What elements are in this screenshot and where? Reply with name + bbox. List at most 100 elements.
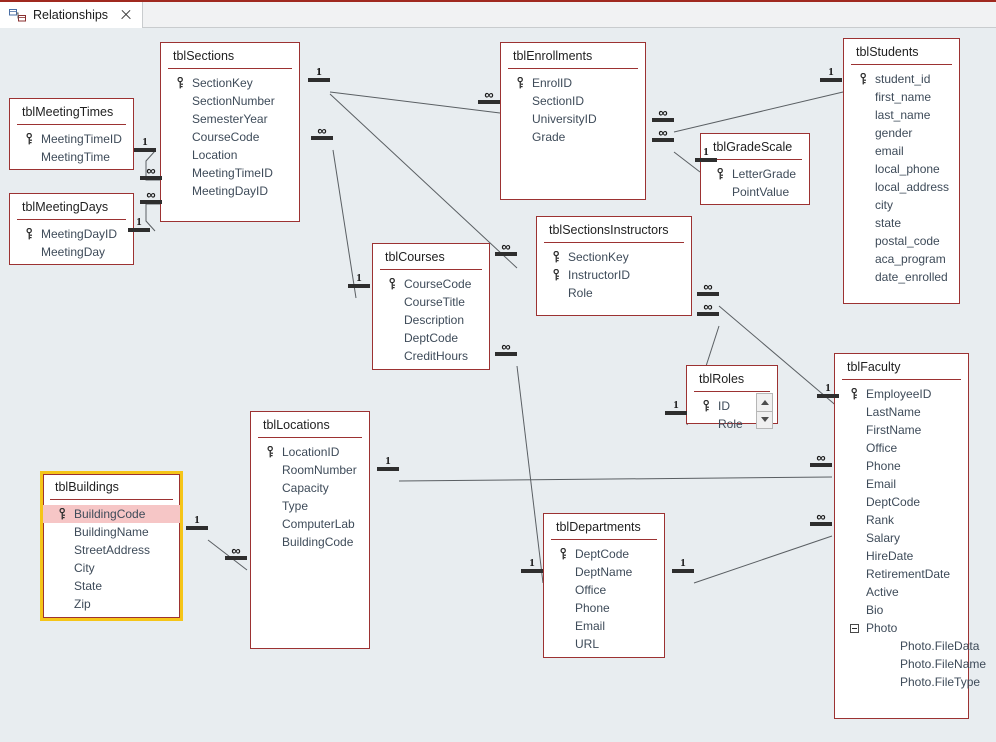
field-row[interactable]: Phone: [544, 599, 664, 617]
field-row[interactable]: Grade: [501, 128, 645, 146]
table-box-tblSectionsInstructors[interactable]: tblSectionsInstructors SectionKey Instruct…: [536, 216, 692, 316]
field-row[interactable]: LocationID: [251, 443, 369, 461]
field-row[interactable]: Office: [835, 439, 968, 457]
field-row[interactable]: Photo.FileType: [835, 673, 980, 691]
field-row[interactable]: MeetingTimeID: [10, 130, 133, 148]
field-row[interactable]: EnrolID: [501, 74, 645, 92]
field-row[interactable]: LetterGrade: [701, 165, 809, 183]
field-row[interactable]: Photo.FileName: [835, 655, 986, 673]
field-row[interactable]: ComputerLab: [251, 515, 369, 533]
close-icon[interactable]: [119, 8, 133, 22]
field-row[interactable]: Office: [544, 581, 664, 599]
field-row[interactable]: CourseTitle: [373, 293, 489, 311]
table-box-tblGradeScale[interactable]: tblGradeScale LetterGrade PointValue: [700, 133, 810, 205]
field-row[interactable]: FirstName: [835, 421, 968, 439]
field-name: State: [74, 579, 103, 593]
field-row[interactable]: BuildingName: [43, 523, 180, 541]
relationship-line[interactable]: [516, 365, 544, 584]
field-row[interactable]: MeetingDay: [10, 243, 133, 261]
field-row[interactable]: Description: [373, 311, 489, 329]
table-box-tblStudents[interactable]: tblStudents student_id first_name last_name…: [843, 38, 960, 304]
field-row[interactable]: city: [844, 196, 959, 214]
field-row[interactable]: MeetingDayID: [161, 182, 299, 200]
field-row[interactable]: DeptName: [544, 563, 664, 581]
relationship-line[interactable]: [693, 535, 833, 584]
field-row[interactable]: SectionNumber: [161, 92, 299, 110]
field-row[interactable]: InstructorID: [537, 266, 691, 284]
relationship-line[interactable]: [673, 91, 844, 133]
field-row[interactable]: DeptCode: [544, 545, 664, 563]
field-row[interactable]: City: [43, 559, 180, 577]
field-row[interactable]: Active: [835, 583, 968, 601]
field-row[interactable]: aca_program: [844, 250, 959, 268]
field-row[interactable]: CreditHours: [373, 347, 489, 365]
field-row[interactable]: MeetingTime: [10, 148, 133, 166]
field-row[interactable]: MeetingTimeID: [161, 164, 299, 182]
field-row[interactable]: PointValue: [701, 183, 809, 201]
table-box-tblDepartments[interactable]: tblDepartments DeptCode DeptName Office Phon…: [543, 513, 665, 658]
field-row[interactable]: BuildingCode: [251, 533, 369, 551]
relationships-canvas[interactable]: tblSections SectionKey SectionNumber Semest…: [0, 28, 996, 742]
table-box-tblMeetingTimes[interactable]: tblMeetingTimes MeetingTimeID MeetingTime: [9, 98, 134, 170]
table-box-tblMeetingDays[interactable]: tblMeetingDays MeetingDayID MeetingDay: [9, 193, 134, 265]
field-row[interactable]: Zip: [43, 595, 180, 613]
field-row[interactable]: Email: [544, 617, 664, 635]
field-row[interactable]: date_enrolled: [844, 268, 959, 286]
field-row[interactable]: CourseCode: [373, 275, 489, 293]
table-box-tblFaculty[interactable]: tblFaculty EmployeeID LastName FirstName Off…: [834, 353, 986, 719]
table-scrollbar[interactable]: [756, 393, 773, 429]
field-row[interactable]: SectionID: [501, 92, 645, 110]
field-row[interactable]: Salary: [835, 529, 968, 547]
field-row[interactable]: Email: [835, 475, 968, 493]
field-row[interactable]: DeptCode: [373, 329, 489, 347]
table-box-tblBuildings[interactable]: tblBuildings BuildingCode BuildingName Stre…: [40, 471, 183, 621]
field-row[interactable]: first_name: [844, 88, 959, 106]
field-row[interactable]: Type: [251, 497, 369, 515]
field-row[interactable]: HireDate: [835, 547, 968, 565]
field-row[interactable]: LastName: [835, 403, 968, 421]
table-box-tblLocations[interactable]: tblLocations LocationID RoomNumber Capacity…: [250, 411, 370, 649]
relationship-line[interactable]: [329, 93, 518, 269]
relationship-line[interactable]: [398, 476, 833, 482]
field-row[interactable]: Role: [537, 284, 691, 302]
field-row[interactable]: Photo: [835, 619, 968, 637]
field-row[interactable]: CourseCode: [161, 128, 299, 146]
field-row[interactable]: Photo.FileData: [835, 637, 979, 655]
field-row[interactable]: MeetingDayID: [10, 225, 133, 243]
tab-relationships[interactable]: Relationships: [0, 2, 143, 28]
field-row[interactable]: Location: [161, 146, 299, 164]
scroll-down-icon[interactable]: [756, 411, 773, 429]
field-row[interactable]: last_name: [844, 106, 959, 124]
field-row[interactable]: BuildingCode: [43, 505, 180, 523]
field-row[interactable]: postal_code: [844, 232, 959, 250]
field-row[interactable]: UniversityID: [501, 110, 645, 128]
field-row[interactable]: local_phone: [844, 160, 959, 178]
field-row[interactable]: student_id: [844, 70, 959, 88]
field-row[interactable]: local_address: [844, 178, 959, 196]
field-row[interactable]: SectionKey: [537, 248, 691, 266]
table-box-tblSections[interactable]: tblSections SectionKey SectionNumber Semest…: [160, 42, 300, 222]
table-box-tblRoles[interactable]: tblRoles ID Role: [686, 365, 778, 431]
collapse-icon[interactable]: [845, 623, 863, 633]
field-row[interactable]: EmployeeID: [835, 385, 968, 403]
field-row[interactable]: Phone: [835, 457, 968, 475]
field-row[interactable]: Bio: [835, 601, 968, 619]
field-row[interactable]: StreetAddress: [43, 541, 180, 559]
table-box-tblCourses[interactable]: tblCourses CourseCode CourseTitle Descripti…: [372, 243, 490, 370]
field-row[interactable]: SemesterYear: [161, 110, 299, 128]
field-row[interactable]: Rank: [835, 511, 968, 529]
field-row[interactable]: State: [43, 577, 180, 595]
scroll-up-icon[interactable]: [756, 393, 773, 412]
field-row[interactable]: RoomNumber: [251, 461, 369, 479]
field-row[interactable]: email: [844, 142, 959, 160]
relationship-line[interactable]: [329, 91, 501, 114]
field-row[interactable]: gender: [844, 124, 959, 142]
table-box-tblEnrollments[interactable]: tblEnrollments EnrolID SectionID University…: [500, 42, 646, 200]
field-row[interactable]: Capacity: [251, 479, 369, 497]
field-row[interactable]: DeptCode: [835, 493, 968, 511]
field-row[interactable]: URL: [544, 635, 664, 653]
field-row[interactable]: state: [844, 214, 959, 232]
table-title: tblGradeScale: [713, 140, 793, 154]
field-row[interactable]: SectionKey: [161, 74, 299, 92]
field-row[interactable]: RetirementDate: [835, 565, 968, 583]
